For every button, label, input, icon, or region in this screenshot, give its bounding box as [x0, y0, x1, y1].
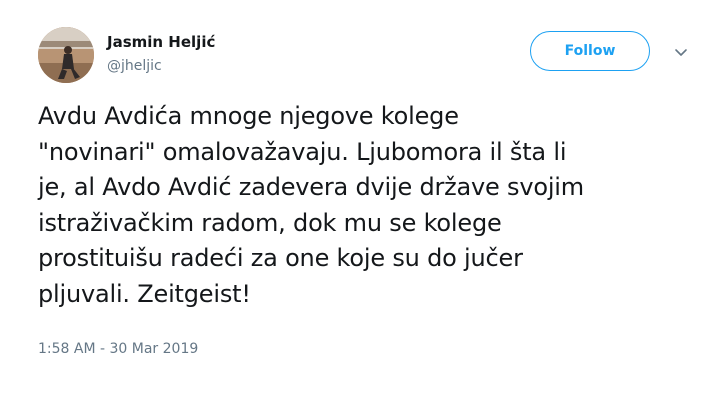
- user-handle[interactable]: @jheljic: [107, 57, 162, 75]
- tweet-text: Avdu Avdića mnoge njegove kolege "novina…: [38, 102, 584, 308]
- display-name[interactable]: Jasmin Heljić: [107, 33, 215, 51]
- chevron-down-icon[interactable]: [672, 43, 690, 61]
- tweet-timestamp[interactable]: 1:58 AM - 30 Mar 2019: [38, 340, 198, 358]
- profile-photo-icon: [38, 27, 94, 83]
- avatar[interactable]: [38, 27, 94, 83]
- tweet-header: Jasmin Heljić @jheljic Follow: [0, 0, 722, 100]
- follow-button[interactable]: Follow: [530, 31, 650, 71]
- tweet-card: Jasmin Heljić @jheljic Follow Avdu Avdić…: [0, 0, 722, 400]
